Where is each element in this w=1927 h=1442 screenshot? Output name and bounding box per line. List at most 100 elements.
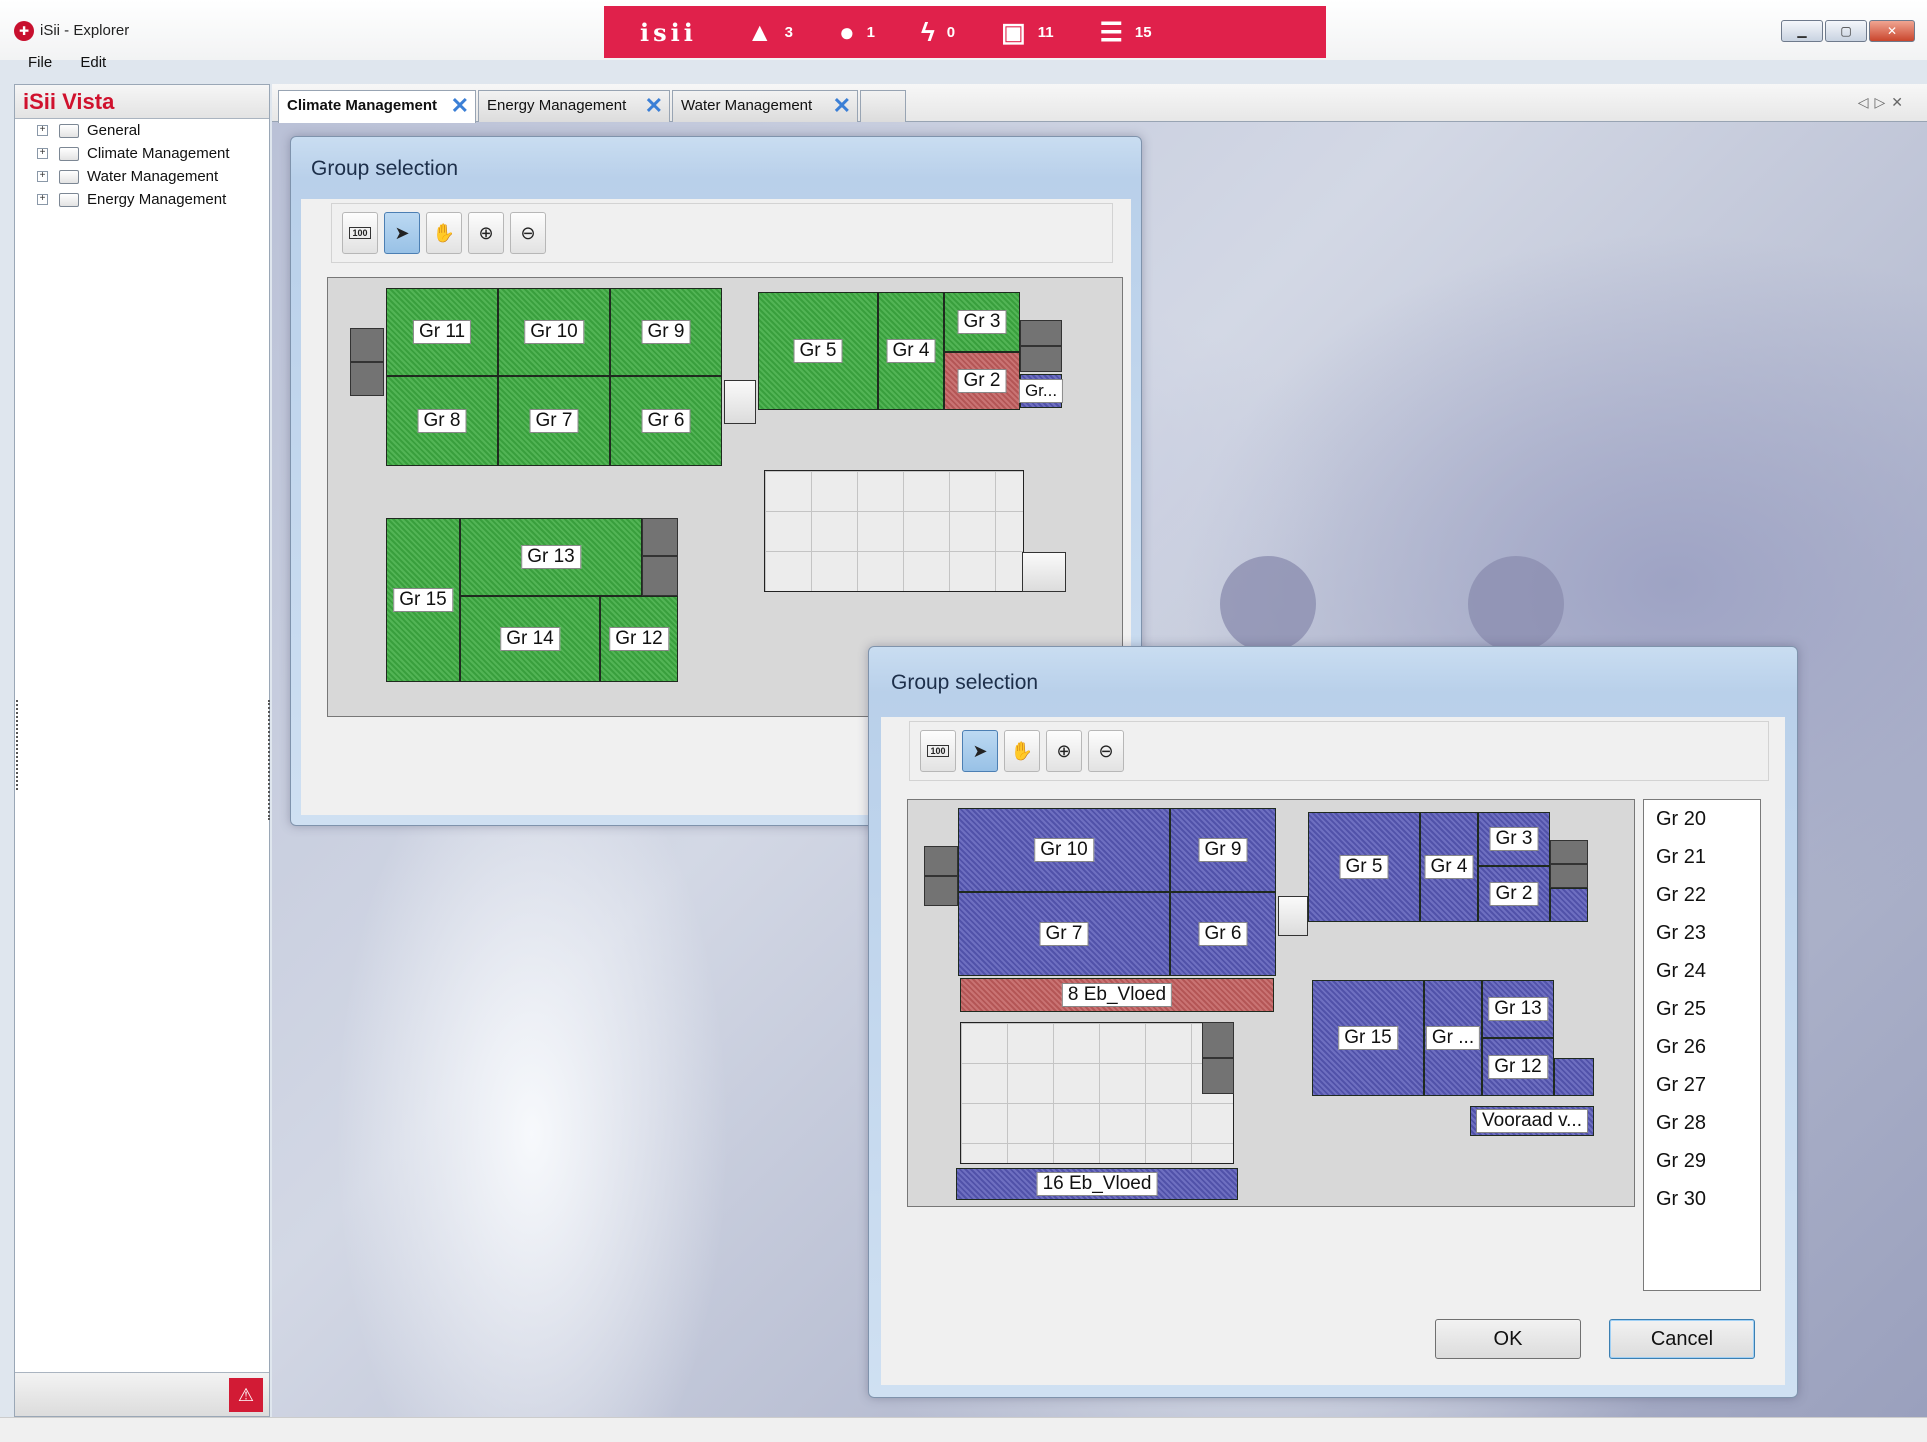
group-gr-4[interactable]: Gr 4	[1420, 812, 1478, 922]
group-gr-9[interactable]: Gr 9	[1170, 808, 1276, 892]
connector-block	[724, 380, 756, 424]
lightning-stat[interactable]: ϟ 0	[921, 19, 955, 45]
hand-icon: ✋	[1010, 740, 1034, 761]
group-gr-7[interactable]: Gr 7	[498, 376, 610, 466]
group-gr-13[interactable]: Gr 13	[460, 518, 642, 596]
list-item[interactable]: Gr 29	[1656, 1148, 1760, 1186]
zoom-in-button[interactable]: ⊕	[468, 212, 504, 254]
flask-stat[interactable]: ▲ 3	[747, 19, 793, 45]
list-item[interactable]: Gr 27	[1656, 1072, 1760, 1110]
select-tool-button[interactable]: ➤	[962, 730, 998, 772]
tree-item-label: Climate Management	[87, 145, 230, 162]
zoom-100-icon: 100	[349, 227, 371, 239]
group-gr-12[interactable]: Gr 12	[1482, 1038, 1554, 1096]
group-list[interactable]: Gr 20 Gr 21 Gr 22 Gr 23 Gr 24 Gr 25 Gr 2…	[1643, 799, 1761, 1291]
group-gr-15[interactable]: Gr 15	[1312, 980, 1424, 1096]
isii-logo: isii	[640, 17, 697, 47]
list-stat[interactable]: ☰ 15	[1100, 19, 1152, 45]
group-gr-15[interactable]: Gr 15	[386, 518, 460, 682]
group-8-eb-vloed[interactable]: 8 Eb_Vloed	[960, 978, 1274, 1012]
list-item[interactable]: Gr 28	[1656, 1110, 1760, 1148]
list-item[interactable]: Gr 24	[1656, 958, 1760, 996]
list-item[interactable]: Gr 26	[1656, 1034, 1760, 1072]
expand-icon[interactable]: +	[37, 125, 48, 136]
tab-label: Energy Management	[487, 97, 627, 114]
alarm-button[interactable]: ⚠	[229, 1378, 263, 1412]
connector-block	[924, 846, 958, 876]
list-item[interactable]: Gr 30	[1656, 1186, 1760, 1224]
background-decoration	[1220, 556, 1316, 652]
group-voorraad[interactable]: Vooraad v...	[1470, 1106, 1594, 1136]
close-tab-icon[interactable]: ✕	[451, 93, 469, 119]
tab-strip: Climate Management ✕ Energy Management ✕…	[272, 84, 1927, 123]
list-item[interactable]: Gr 20	[1656, 806, 1760, 844]
tab-new[interactable]	[860, 90, 906, 122]
group-gr-1[interactable]: Gr...	[1018, 374, 1064, 408]
expand-icon[interactable]: +	[37, 148, 48, 159]
group-gr-2[interactable]: Gr 2	[944, 352, 1020, 410]
group-gr-11[interactable]: Gr 11	[386, 288, 498, 376]
maximize-button[interactable]: ▢	[1825, 20, 1867, 42]
tab-close-icon[interactable]: ✕	[1891, 94, 1909, 110]
group-gr-6[interactable]: Gr 6	[610, 376, 722, 466]
tree-item-climate-management[interactable]: + Climate Management	[15, 142, 269, 165]
tab-right-icon[interactable]: ▷	[1874, 94, 1891, 110]
close-button[interactable]: ✕	[1869, 20, 1915, 42]
pan-tool-button[interactable]: ✋	[426, 212, 462, 254]
group-gr-4[interactable]: Gr 4	[878, 292, 944, 410]
group-gr-5[interactable]: Gr 5	[758, 292, 878, 410]
zoom-out-button[interactable]: ⊖	[1088, 730, 1124, 772]
tab-left-icon[interactable]: ◁	[1858, 94, 1875, 110]
minimize-button[interactable]: ▁	[1781, 20, 1823, 42]
list-item[interactable]: Gr 22	[1656, 882, 1760, 920]
group-16-eb-vloed[interactable]: 16 Eb_Vloed	[956, 1168, 1238, 1200]
list-item[interactable]: Gr 25	[1656, 996, 1760, 1034]
dialog-title: Group selection	[311, 157, 459, 180]
tab-climate-management[interactable]: Climate Management ✕	[278, 90, 476, 123]
drop-stat[interactable]: ● 1	[839, 19, 875, 45]
tab-water-management[interactable]: Water Management ✕	[672, 90, 858, 122]
group-gr-1[interactable]	[1550, 888, 1588, 922]
group-gr-10[interactable]: Gr 10	[958, 808, 1170, 892]
expand-icon[interactable]: +	[37, 194, 48, 205]
group-gr-13[interactable]: Gr 13	[1482, 980, 1554, 1038]
close-tab-icon[interactable]: ✕	[645, 93, 663, 119]
group-gr-14[interactable]: Gr 14	[460, 596, 600, 682]
group-gr-12[interactable]: Gr 12	[600, 596, 678, 682]
tree-item-energy-management[interactable]: + Energy Management	[15, 188, 269, 211]
left-splitter[interactable]	[16, 700, 20, 790]
maximize-icon: ▢	[1840, 24, 1852, 38]
group-gr-3[interactable]: Gr 3	[944, 292, 1020, 352]
group-gr-truncated[interactable]: Gr ...	[1424, 980, 1482, 1096]
group-label: Gr 8	[417, 409, 467, 433]
tree-item-general[interactable]: + General	[15, 119, 269, 142]
group-gr-6[interactable]: Gr 6	[1170, 892, 1276, 976]
menu-file[interactable]: File	[28, 54, 52, 71]
group-gr-8[interactable]: Gr 8	[386, 376, 498, 466]
pan-tool-button[interactable]: ✋	[1004, 730, 1040, 772]
list-item[interactable]: Gr 21	[1656, 844, 1760, 882]
tab-energy-management[interactable]: Energy Management ✕	[478, 90, 670, 122]
group-label: Gr...	[1018, 379, 1064, 403]
ok-button[interactable]: OK	[1435, 1319, 1581, 1359]
zoom-out-button[interactable]: ⊖	[510, 212, 546, 254]
zoom-100-button[interactable]: 100	[920, 730, 956, 772]
tree-item-water-management[interactable]: + Water Management	[15, 165, 269, 188]
zoom-100-button[interactable]: 100	[342, 212, 378, 254]
group-gr-2[interactable]: Gr 2	[1478, 866, 1550, 922]
close-tab-icon[interactable]: ✕	[833, 93, 851, 119]
group-gr-9[interactable]: Gr 9	[610, 288, 722, 376]
expand-icon[interactable]: +	[37, 171, 48, 182]
group-gr-7[interactable]: Gr 7	[958, 892, 1170, 976]
group-gr-5[interactable]: Gr 5	[1308, 812, 1420, 922]
tree-item-label: Water Management	[87, 168, 219, 185]
cancel-button[interactable]: Cancel	[1609, 1319, 1755, 1359]
list-item[interactable]: Gr 23	[1656, 920, 1760, 958]
group-stat[interactable]: ▣ 11	[1001, 19, 1053, 45]
group-gr-10[interactable]: Gr 10	[498, 288, 610, 376]
menu-edit[interactable]: Edit	[80, 54, 106, 71]
select-tool-button[interactable]: ➤	[384, 212, 420, 254]
zoom-in-button[interactable]: ⊕	[1046, 730, 1082, 772]
menu-bar: File Edit	[28, 54, 130, 71]
group-gr-3[interactable]: Gr 3	[1478, 812, 1550, 866]
